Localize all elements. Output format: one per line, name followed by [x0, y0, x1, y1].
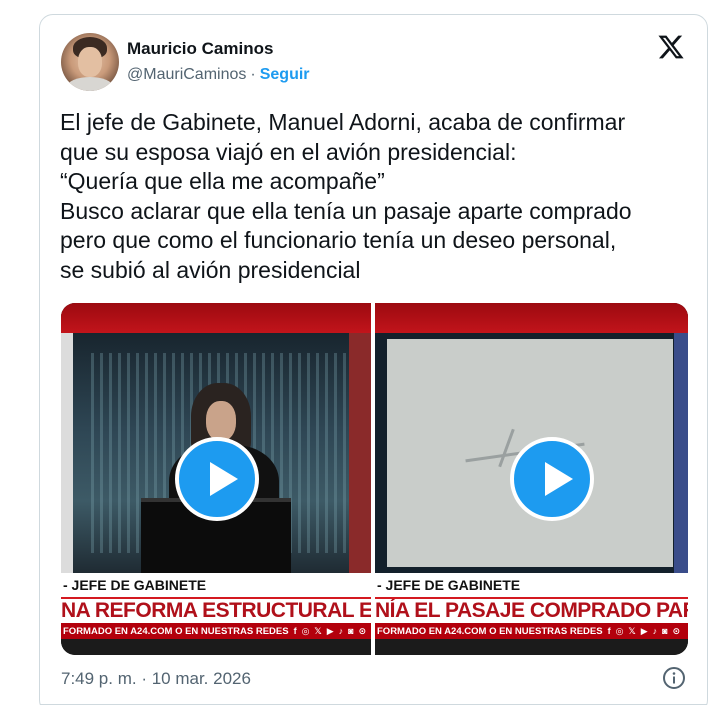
- tweet-timestamp[interactable]: 7:49 p. m. · 10 mar. 2026: [61, 669, 251, 689]
- author-display-name[interactable]: Mauricio Caminos: [127, 39, 273, 59]
- threads-icon: ⊙: [672, 626, 681, 636]
- x-icon: 𝕏: [628, 626, 636, 636]
- youtube-icon: ▶: [640, 626, 648, 636]
- news-top-bar: [375, 303, 688, 333]
- threads-icon: ⊙: [358, 626, 367, 636]
- play-triangle: [545, 462, 573, 496]
- tweet-card[interactable]: Mauricio Caminos @MauriCaminos · Seguir El…: [39, 14, 708, 705]
- news-caption: - JEFE DE GABINETE: [61, 573, 371, 597]
- info-icon[interactable]: [662, 666, 686, 690]
- news-headline: NA REFORMA ESTRUCTURAL EN EL I: [61, 597, 371, 623]
- tiktok-icon: ♪: [338, 626, 344, 636]
- follow-button[interactable]: Seguir: [260, 66, 310, 83]
- news-lower-third: - JEFE DE GABINETE NA REFORMA ESTRUCTURA…: [61, 573, 371, 655]
- separator-dot: ·: [250, 66, 256, 83]
- x-icon: 𝕏: [314, 626, 322, 636]
- tiktok-icon: ♪: [652, 626, 658, 636]
- play-icon[interactable]: [510, 437, 594, 521]
- news-bottom-bar: [61, 639, 371, 655]
- news-headline: NÍA EL PASAJE COMPRADO PARA VE: [375, 597, 688, 623]
- news-ticker-text: FORMADO EN A24.COM O EN NUESTRAS REDES: [63, 626, 289, 637]
- x-logo-icon[interactable]: [657, 33, 685, 61]
- instagram-icon: ◎: [615, 626, 624, 636]
- facebook-icon: f: [607, 626, 611, 636]
- instagram-icon: ◎: [301, 626, 310, 636]
- youtube-icon: ▶: [326, 626, 334, 636]
- news-caption: - JEFE DE GABINETE: [375, 573, 688, 597]
- news-ticker: FORMADO EN A24.COM O EN NUESTRAS REDES f ◎…: [375, 623, 688, 639]
- author-handle[interactable]: @MauriCaminos: [127, 66, 246, 83]
- twitch-icon: ◙: [348, 626, 354, 636]
- avatar-shirt: [67, 77, 113, 91]
- avatar-face: [78, 47, 102, 77]
- tweet-text: El jefe de Gabinete, Manuel Adorni, acab…: [60, 109, 632, 283]
- news-ticker-text: FORMADO EN A24.COM O EN NUESTRAS REDES: [377, 626, 603, 637]
- facebook-icon: f: [293, 626, 297, 636]
- play-triangle: [210, 462, 238, 496]
- news-lower-third: - JEFE DE GABINETE NÍA EL PASAJE COMPRAD…: [375, 573, 688, 655]
- play-icon[interactable]: [175, 437, 259, 521]
- media-grid[interactable]: - JEFE DE GABINETE NA REFORMA ESTRUCTURA…: [61, 303, 688, 655]
- author-handle-row: @MauriCaminos · Seguir: [127, 66, 310, 84]
- twitch-icon: ◙: [662, 626, 668, 636]
- news-bottom-bar: [375, 639, 688, 655]
- news-ticker: FORMADO EN A24.COM O EN NUESTRAS REDES f ◎…: [61, 623, 371, 639]
- news-top-bar: [61, 303, 371, 333]
- avatar[interactable]: [61, 33, 119, 91]
